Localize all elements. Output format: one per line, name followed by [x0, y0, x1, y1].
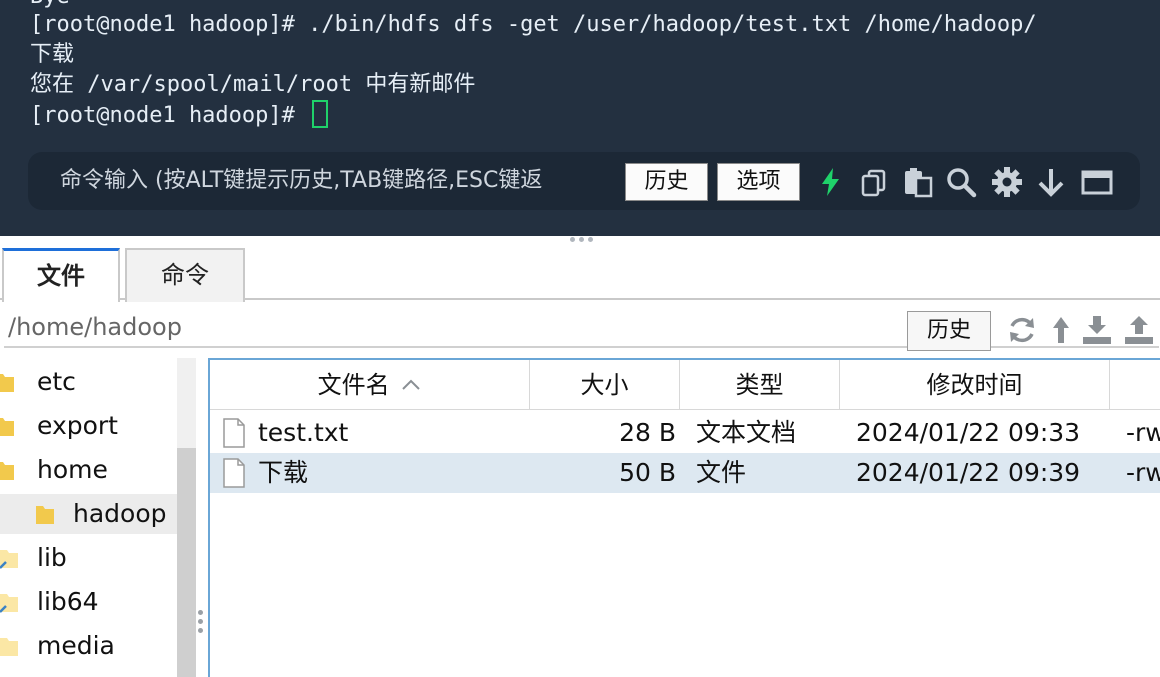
paste-icon[interactable]	[901, 165, 935, 199]
options-button[interactable]: 选项	[717, 163, 800, 201]
tree-item-label: hadoop	[73, 499, 167, 528]
copy-icon[interactable]	[857, 165, 891, 199]
download-icon[interactable]	[1081, 314, 1113, 346]
column-header-name[interactable]: 文件名	[210, 360, 530, 410]
terminal-prompt: [root@node1 hadoop]#	[30, 103, 309, 128]
column-header-permissions[interactable]	[1110, 360, 1160, 410]
sort-ascending-icon	[402, 379, 421, 390]
file-row[interactable]: test.txt 28 B 文本文档 2024/01/22 09:33 -rw	[210, 413, 1160, 453]
file-list-header: 文件名 大小 类型 修改时间	[210, 360, 1160, 410]
file-size: 50 B	[619, 458, 676, 487]
tree-scrollbar-thumb[interactable]	[177, 448, 196, 677]
path-bar: 历史	[0, 302, 1160, 352]
terminal-pane[interactable]: Bye [root@node1 hadoop]# ./bin/hdfs dfs …	[0, 0, 1160, 236]
terminal-line: [root@node1 hadoop]# ./bin/hdfs dfs -get…	[30, 12, 1037, 37]
terminal-line: 下载	[30, 42, 75, 67]
terminal-prompt-line: [root@node1 hadoop]#	[30, 100, 329, 131]
tree-item-etc[interactable]: etc	[0, 362, 177, 402]
pane-resize-handle[interactable]	[198, 610, 204, 640]
file-name: test.txt	[258, 418, 349, 447]
file-modified: 2024/01/22 09:39	[856, 458, 1081, 487]
tab-files[interactable]: 文件	[2, 248, 120, 302]
folder-icon	[0, 458, 16, 482]
search-icon[interactable]	[944, 165, 978, 199]
column-header-size[interactable]: 大小	[530, 360, 680, 410]
lightning-icon[interactable]	[814, 165, 848, 199]
file-name: 下载	[258, 458, 309, 487]
folder-icon	[0, 634, 20, 658]
file-type: 文本文档	[696, 418, 797, 447]
file-modified: 2024/01/22 09:33	[856, 418, 1081, 447]
tree-item-label: lib	[37, 543, 67, 572]
tree-item-lib64[interactable]: lib64	[0, 582, 177, 622]
column-header-name-label: 文件名	[317, 371, 390, 399]
tab-bar: 文件 命令	[0, 242, 1160, 302]
up-icon[interactable]	[1045, 314, 1077, 346]
tree-item-hadoop[interactable]: hadoop	[0, 494, 177, 534]
terminal-cursor	[312, 100, 329, 128]
folder-icon	[34, 502, 56, 526]
folder-link-icon	[0, 590, 20, 614]
file-row[interactable]: 下载 50 B 文件 2024/01/22 09:39 -rw	[210, 453, 1160, 493]
file-list[interactable]: 文件名 大小 类型 修改时间 test.txt 28 B 文本文档 2024/0…	[208, 358, 1160, 677]
tree-item-label: lib64	[37, 587, 99, 616]
command-input-bar[interactable]: 命令输入 (按ALT键提示历史,TAB键路径,ESC键返 历史 选项	[28, 152, 1140, 210]
file-icon	[222, 458, 246, 488]
refresh-icon[interactable]	[1006, 314, 1038, 346]
folder-icon	[0, 414, 16, 438]
arrow-down-icon[interactable]	[1034, 165, 1068, 199]
history-button[interactable]: 历史	[625, 163, 708, 201]
directory-tree[interactable]: etc export home hadoop lib lib64 media	[0, 358, 196, 677]
tree-item-export[interactable]: export	[0, 406, 177, 446]
folder-icon	[0, 370, 16, 394]
file-icon	[222, 418, 246, 448]
tree-item-home[interactable]: home	[0, 450, 177, 490]
tree-item-lib[interactable]: lib	[0, 538, 177, 578]
command-input[interactable]: 命令输入 (按ALT键提示历史,TAB键路径,ESC键返	[60, 152, 620, 210]
file-manager-panel: 文件 命令 历史 etc export home	[0, 242, 1160, 677]
terminal-line: 您在 /var/spool/mail/root 中有新邮件	[30, 72, 476, 97]
tree-item-label: export	[37, 411, 118, 440]
tree-item-media[interactable]: media	[0, 626, 177, 666]
tab-commands[interactable]: 命令	[125, 248, 245, 302]
file-permissions: -rw	[1126, 458, 1160, 487]
tree-item-label: home	[37, 455, 108, 484]
upload-icon[interactable]	[1123, 314, 1155, 346]
column-header-type[interactable]: 类型	[680, 360, 840, 410]
file-permissions: -rw	[1126, 418, 1160, 447]
column-header-modified[interactable]: 修改时间	[840, 360, 1110, 410]
gear-icon[interactable]	[990, 165, 1024, 199]
path-history-button[interactable]: 历史	[907, 311, 991, 351]
window-icon[interactable]	[1080, 165, 1114, 199]
tree-item-label: media	[37, 631, 115, 660]
tree-item-label: etc	[37, 367, 76, 396]
file-type: 文件	[696, 458, 747, 487]
folder-link-icon	[0, 546, 20, 570]
file-size: 28 B	[619, 418, 676, 447]
